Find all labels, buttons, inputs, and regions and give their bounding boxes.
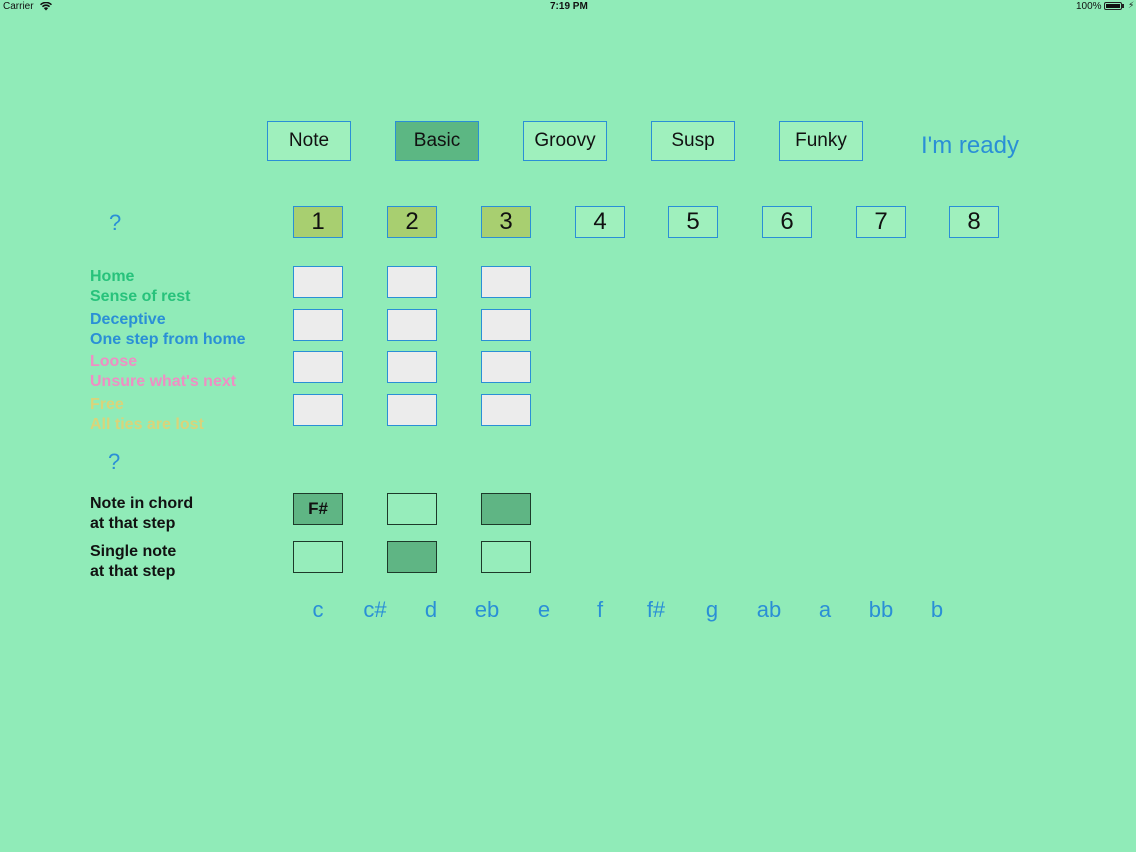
note-key-f[interactable]: f bbox=[580, 597, 620, 623]
mood-cell-loose-1[interactable] bbox=[293, 351, 343, 383]
mode-button-groovy[interactable]: Groovy bbox=[523, 121, 607, 161]
chord-cell-3[interactable] bbox=[481, 493, 531, 525]
mode-button-funky[interactable]: Funky bbox=[779, 121, 863, 161]
chord-cell-1[interactable]: F# bbox=[293, 493, 343, 525]
help-button-notes[interactable]: ? bbox=[108, 449, 120, 475]
mood-cell-home-3[interactable] bbox=[481, 266, 531, 298]
clock: 7:19 PM bbox=[550, 1, 588, 12]
step-button-8[interactable]: 8 bbox=[949, 206, 999, 238]
note-key-e[interactable]: e bbox=[524, 597, 564, 623]
help-button-steps[interactable]: ? bbox=[109, 210, 121, 236]
mode-button-basic[interactable]: Basic bbox=[395, 121, 479, 161]
note-key-a[interactable]: a bbox=[805, 597, 845, 623]
single-cell-3[interactable] bbox=[481, 541, 531, 573]
mode-button-note[interactable]: Note bbox=[267, 121, 351, 161]
note-key-g[interactable]: g bbox=[692, 597, 732, 623]
note-key-b[interactable]: b bbox=[917, 597, 957, 623]
carrier-label: Carrier bbox=[3, 1, 34, 12]
mood-cell-free-2[interactable] bbox=[387, 394, 437, 426]
mood-label-deceptive: Deceptive One step from home bbox=[90, 311, 246, 348]
battery-percent: 100% bbox=[1076, 1, 1102, 12]
mood-cell-free-1[interactable] bbox=[293, 394, 343, 426]
mood-cell-loose-3[interactable] bbox=[481, 351, 531, 383]
step-button-5[interactable]: 5 bbox=[668, 206, 718, 238]
note-key-ab[interactable]: ab bbox=[749, 597, 789, 623]
step-button-6[interactable]: 6 bbox=[762, 206, 812, 238]
single-row-label: Single note at that step bbox=[90, 543, 177, 580]
note-key-c[interactable]: c bbox=[298, 597, 338, 623]
single-cell-1[interactable] bbox=[293, 541, 343, 573]
mood-cell-home-2[interactable] bbox=[387, 266, 437, 298]
single-cell-2[interactable] bbox=[387, 541, 437, 573]
mood-cell-free-3[interactable] bbox=[481, 394, 531, 426]
step-button-1[interactable]: 1 bbox=[293, 206, 343, 238]
step-button-3[interactable]: 3 bbox=[481, 206, 531, 238]
step-button-2[interactable]: 2 bbox=[387, 206, 437, 238]
mood-cell-deceptive-3[interactable] bbox=[481, 309, 531, 341]
mood-cell-deceptive-2[interactable] bbox=[387, 309, 437, 341]
note-key-c-sharp[interactable]: c# bbox=[355, 597, 395, 623]
mood-cell-home-1[interactable] bbox=[293, 266, 343, 298]
step-button-7[interactable]: 7 bbox=[856, 206, 906, 238]
chord-row-label: Note in chord at that step bbox=[90, 495, 194, 532]
mood-label-free: Free All ties are lost bbox=[90, 396, 204, 433]
chord-cell-2[interactable] bbox=[387, 493, 437, 525]
note-key-bb[interactable]: bb bbox=[861, 597, 901, 623]
battery-icon bbox=[1104, 2, 1126, 11]
note-key-d[interactable]: d bbox=[411, 597, 451, 623]
charging-icon: ⚡ bbox=[1128, 0, 1135, 10]
mood-label-loose: Loose Unsure what's next bbox=[90, 353, 237, 390]
mode-button-susp[interactable]: Susp bbox=[651, 121, 735, 161]
ready-button[interactable]: I'm ready bbox=[921, 132, 1019, 160]
mood-cell-loose-2[interactable] bbox=[387, 351, 437, 383]
step-button-4[interactable]: 4 bbox=[575, 206, 625, 238]
note-key-f-sharp[interactable]: f# bbox=[636, 597, 676, 623]
mood-cell-deceptive-1[interactable] bbox=[293, 309, 343, 341]
mood-label-home: Home Sense of rest bbox=[90, 268, 191, 305]
wifi-icon bbox=[40, 2, 52, 11]
note-key-eb[interactable]: eb bbox=[467, 597, 507, 623]
